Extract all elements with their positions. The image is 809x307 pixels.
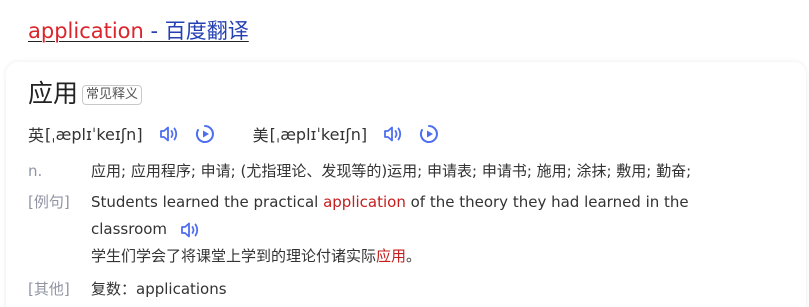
pos-label: n. [28, 162, 43, 180]
example-zh-after: 。 [406, 247, 422, 265]
example-en-line1: Students learned the practical applicati… [91, 189, 689, 216]
uk-phonetic: [ˌæplɪˈkeɪʃn] [45, 124, 143, 144]
example-zh-line: 学生们学会了将课堂上学到的理论付诸实际应用。 [91, 243, 689, 270]
title-rest[interactable]: - 百度翻译 [144, 19, 249, 43]
example-en-line2-text: classroom [91, 220, 168, 238]
us-speaker-icon[interactable] [381, 122, 405, 146]
other-label: [其他] [28, 280, 70, 298]
us-label: 美 [252, 126, 269, 145]
headword-row: 应用 常见释义 [28, 78, 143, 110]
uk-play-circle-icon[interactable] [193, 122, 217, 146]
example-en-after: of the theory they had learned in the [405, 193, 689, 211]
example-zh-before: 学生们学会了将课堂上学到的理论付诸实际 [91, 247, 377, 265]
uk-speaker-icon[interactable] [157, 122, 181, 146]
common-meaning-tag: 常见释义 [82, 85, 143, 105]
example-label: [例句] [28, 193, 70, 211]
example-en-line2: classroom [91, 216, 689, 243]
uk-label: 英 [28, 126, 45, 145]
pronunciation-row: 英 [ˌæplɪˈkeɪʃn] 美 [ˌæplɪˈkeɪʃn] [28, 122, 441, 146]
example-block: Students learned the practical applicati… [91, 189, 689, 270]
definition-row: n. 应用; 应用程序; 申请; (尤指理论、发现等的)运用; 申请表; 申请书;… [28, 158, 691, 184]
us-phonetic: [ˌæplɪˈkeɪʃn] [269, 124, 368, 144]
example-en-highlight: application [323, 193, 406, 211]
result-title-anchor[interactable]: application - 百度翻译 [28, 19, 249, 43]
definition-text: 应用; 应用程序; 申请; (尤指理论、发现等的)运用; 申请表; 申请书; 施… [91, 162, 692, 180]
other-row: [其他] 复数：applications [28, 276, 227, 302]
example-zh-highlight: 应用 [376, 247, 407, 265]
result-title-link[interactable]: application - 百度翻译 [28, 16, 249, 46]
example-speaker-icon[interactable] [179, 219, 201, 241]
us-play-circle-icon[interactable] [417, 122, 441, 146]
example-label-row: [例句] [28, 189, 91, 215]
title-keyword[interactable]: application [28, 19, 144, 43]
other-text: 复数：applications [91, 280, 227, 298]
example-en-before: Students learned the practical [91, 193, 324, 211]
headword: 应用 [28, 79, 79, 108]
